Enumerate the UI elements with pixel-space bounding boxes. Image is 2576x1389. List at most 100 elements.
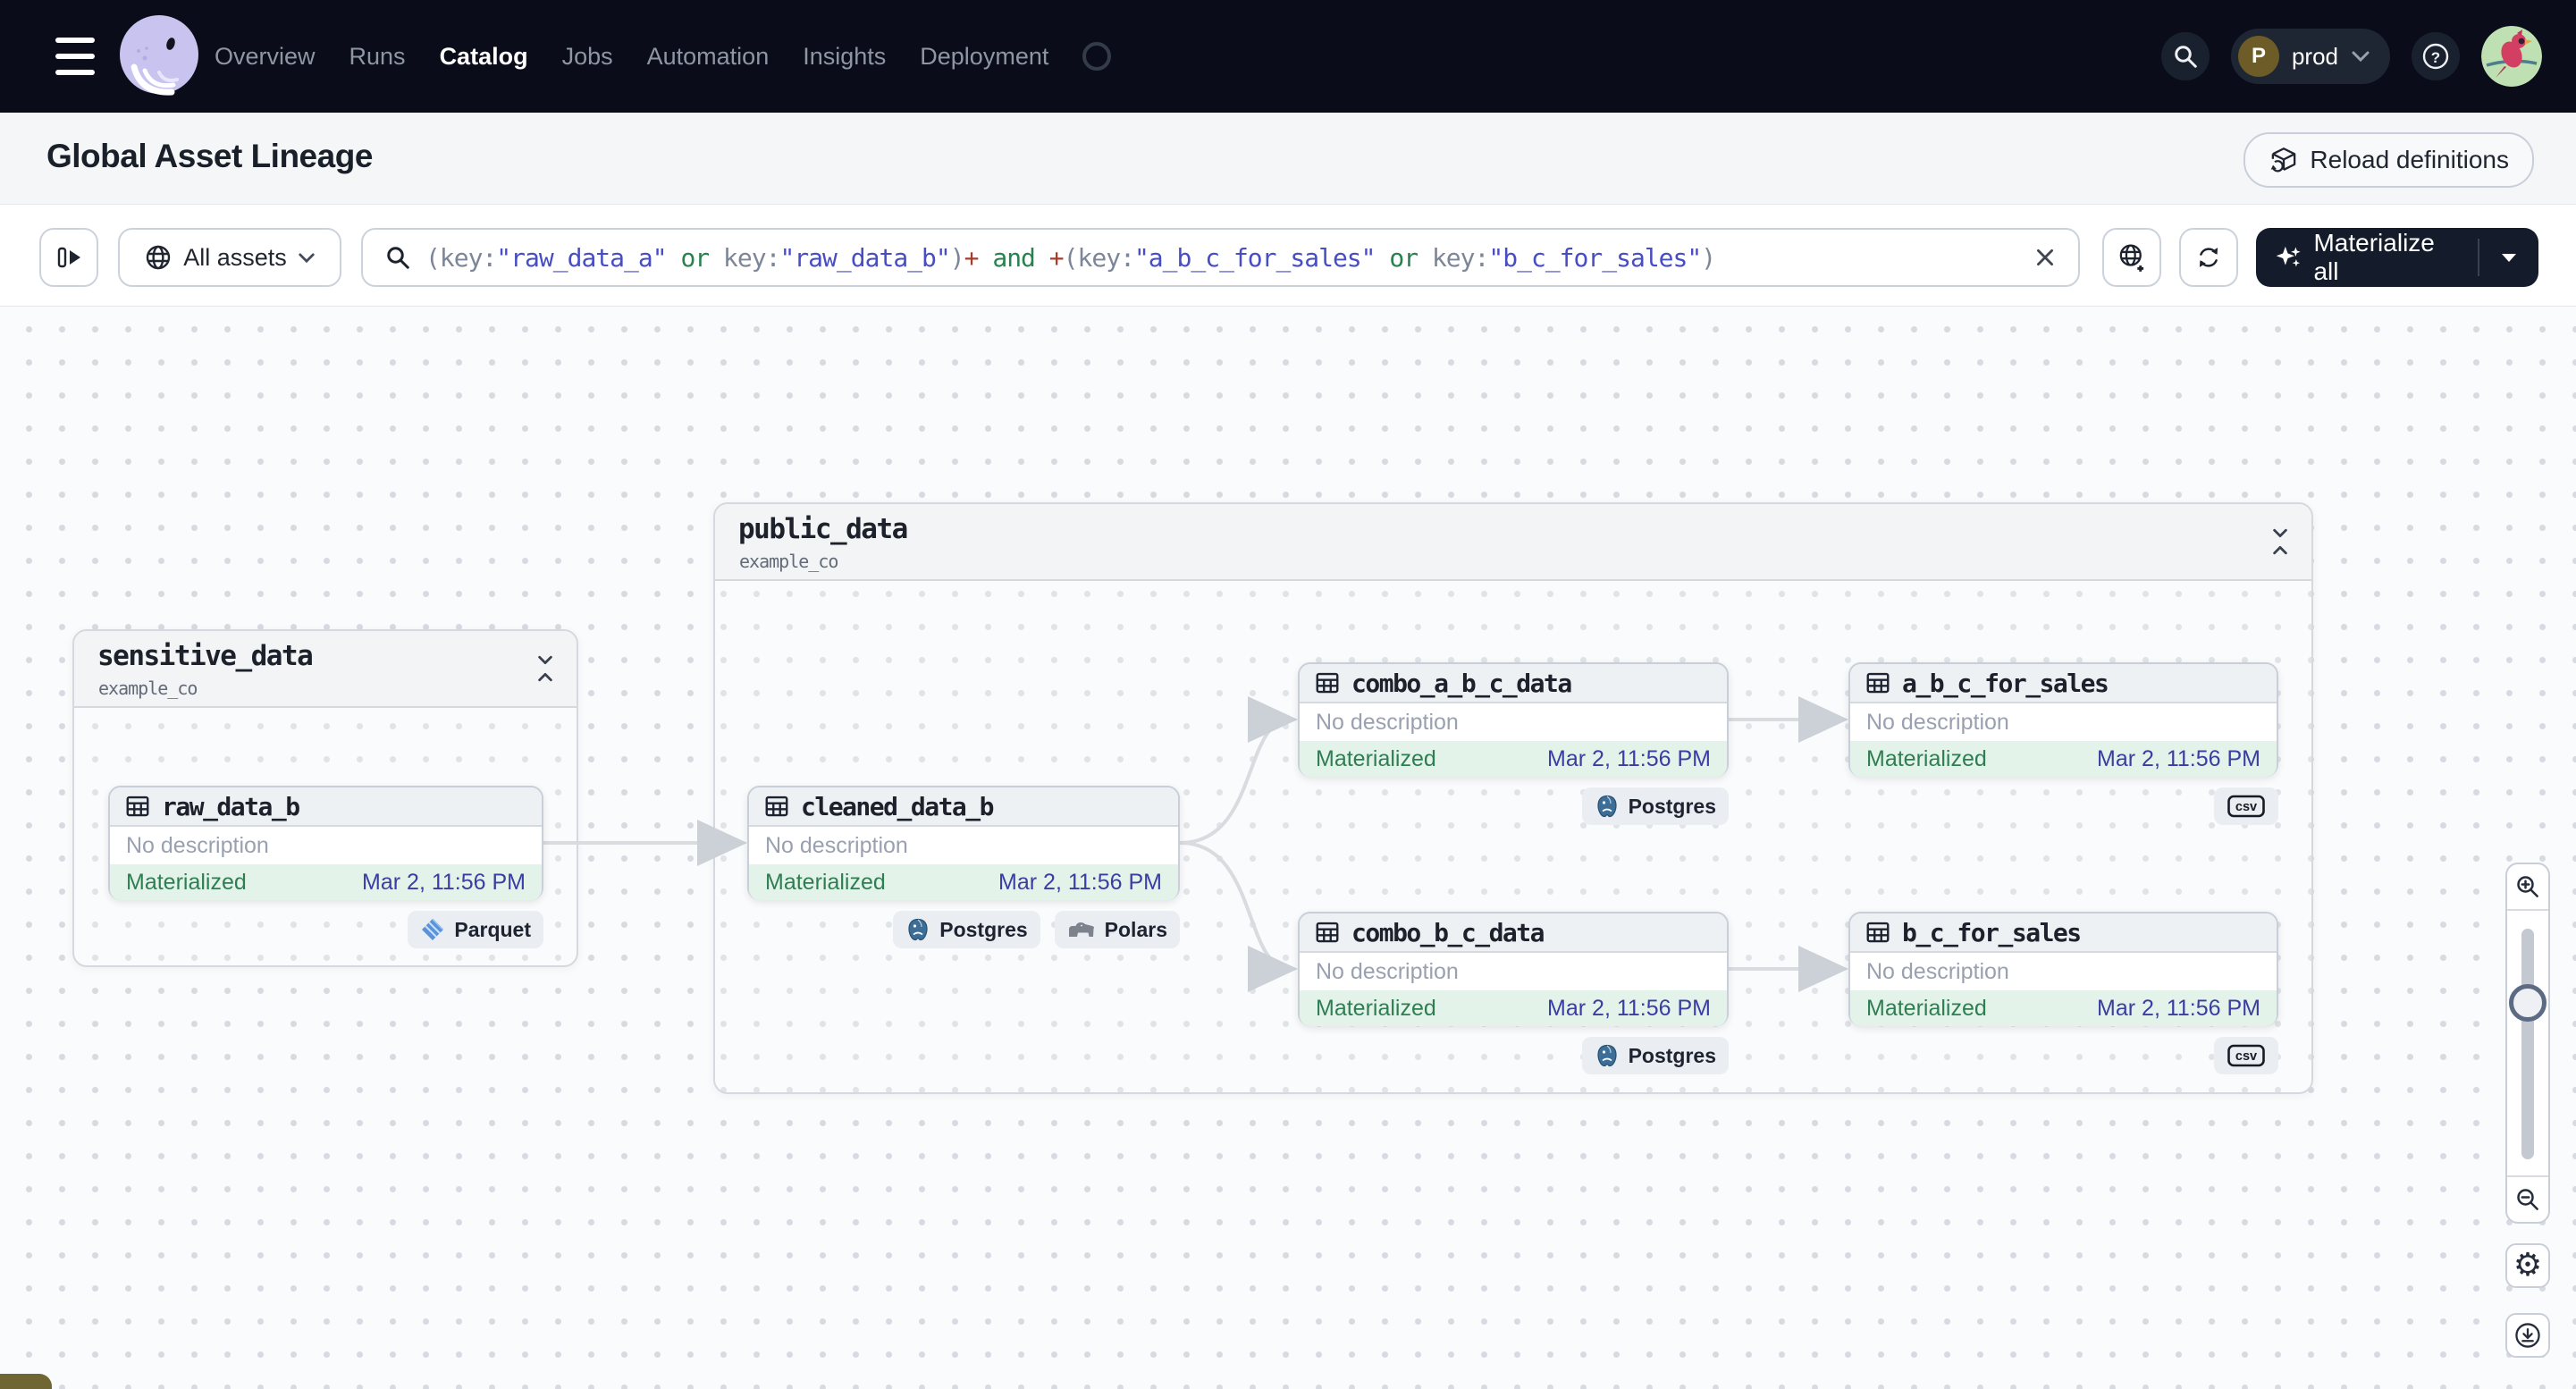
asset-scope-dropdown[interactable]: All assets	[118, 228, 341, 287]
collapse-group-icon[interactable]	[534, 654, 557, 683]
asset-timestamp[interactable]: Mar 2, 11:56 PM	[2097, 996, 2260, 1022]
materialize-all-main[interactable]: Materialize all	[2256, 229, 2478, 286]
asset-node-b_c_for_sales[interactable]: b_c_for_sales No description Materialize…	[1848, 912, 2278, 1026]
asset-timestamp[interactable]: Mar 2, 11:56 PM	[1547, 996, 1711, 1022]
deployment-avatar: P	[2237, 36, 2279, 77]
asset-tag-postgres[interactable]: Postgres	[893, 911, 1040, 948]
materialize-options-button[interactable]	[2478, 239, 2538, 276]
nav-item-runs[interactable]: Runs	[349, 43, 406, 71]
tag-label: Postgres	[939, 917, 1028, 941]
open-sidebar-button[interactable]	[39, 228, 98, 287]
asset-node-header: combo_b_c_data	[1300, 913, 1727, 953]
group-name: public_data	[738, 513, 908, 545]
nav-item-deployment[interactable]: Deployment	[920, 43, 1048, 71]
table-icon	[765, 796, 788, 817]
materialize-all-button[interactable]: Materialize all	[2256, 228, 2538, 287]
asset-tag-row: csv	[1848, 787, 2278, 825]
asset-search-input[interactable]: (key:"raw_data_a" or key:"raw_data_b")+ …	[361, 228, 2080, 287]
lineage-canvas[interactable]: sensitive_data example_co public_data ex…	[0, 306, 2576, 1389]
materialize-all-label: Materialize all	[2313, 229, 2435, 285]
asset-timestamp[interactable]: Mar 2, 11:56 PM	[998, 870, 1162, 896]
nav-item-catalog[interactable]: Catalog	[440, 43, 528, 71]
asset-tag-csv[interactable]: csv	[2214, 787, 2278, 825]
search-button[interactable]	[2160, 32, 2210, 80]
nav-item-jobs[interactable]: Jobs	[562, 43, 613, 71]
clear-search-icon[interactable]	[2033, 246, 2057, 269]
asset-timestamp[interactable]: Mar 2, 11:56 PM	[362, 870, 526, 896]
dagster-logo-icon[interactable]	[114, 12, 204, 101]
page-title: Global Asset Lineage	[46, 138, 373, 174]
asset-status-label: Materialized	[1316, 745, 1436, 771]
globe-plus-icon	[2119, 244, 2144, 272]
query-token: "b_c_for_sales"	[1488, 242, 1702, 273]
asset-tag-polars[interactable]: Polars	[1054, 911, 1180, 948]
asset-tag-postgres[interactable]: Postgres	[1581, 787, 1729, 825]
refresh-button[interactable]	[2179, 228, 2238, 287]
nav-right-cluster: P prod ?	[2160, 0, 2542, 113]
asset-tag-parquet[interactable]: Parquet	[408, 911, 543, 948]
zoom-in-icon	[2517, 876, 2538, 897]
zoom-control-panel	[2505, 863, 2550, 1224]
hidden-corner-widget[interactable]	[0, 1374, 52, 1389]
asset-node-header: cleaned_data_b	[749, 787, 1178, 827]
svg-text:csv: csv	[2235, 1049, 2257, 1064]
caret-down-icon	[2502, 254, 2516, 262]
help-icon: ?	[2422, 43, 2449, 70]
collapse-group-button[interactable]	[2269, 527, 2292, 560]
asset-status-label: Materialized	[1866, 995, 1987, 1021]
group-code-location: example_co	[98, 678, 198, 699]
globe-icon	[147, 245, 171, 270]
reload-definitions-button[interactable]: Reload definitions	[2243, 132, 2534, 188]
asset-status-label: Materialized	[1866, 745, 1987, 771]
table-icon	[1316, 672, 1339, 694]
collapse-group-button[interactable]	[534, 654, 557, 687]
zoom-slider-thumb[interactable]	[2509, 984, 2547, 1022]
graph-settings-button[interactable]: ⚙	[2505, 1243, 2550, 1288]
help-button[interactable]: ?	[2412, 32, 2460, 80]
add-scope-button[interactable]	[2102, 228, 2161, 287]
deployment-switcher[interactable]: P prod	[2230, 29, 2390, 84]
query-token: )	[949, 242, 965, 273]
download-icon	[2515, 1323, 2540, 1348]
download-image-button[interactable]	[2505, 1313, 2550, 1358]
hamburger-menu-icon[interactable]	[55, 38, 95, 75]
asset-node-raw_data_b[interactable]: raw_data_b No description Materialized M…	[108, 786, 543, 900]
query-token: key:	[1431, 242, 1489, 273]
code-location-spinner-icon	[1082, 42, 1112, 71]
csv-icon: csv	[2227, 1044, 2265, 1067]
asset-node-a_b_c_for_sales[interactable]: a_b_c_for_sales No description Materiali…	[1848, 662, 2278, 777]
nav-item-overview[interactable]: Overview	[215, 43, 316, 71]
reload-definitions-icon	[2271, 147, 2296, 173]
zoom-slider-track[interactable]	[2521, 929, 2534, 1159]
nav-item-automation[interactable]: Automation	[647, 43, 770, 71]
search-icon	[2175, 46, 2197, 68]
user-avatar[interactable]	[2481, 26, 2542, 87]
lineage-toolbar: All assets (key:"raw_data_a" or key:"raw…	[0, 205, 2576, 307]
open-panel-icon	[57, 247, 80, 268]
top-nav: Overview Runs Catalog Jobs Automation Insight…	[0, 0, 2576, 113]
asset-description: No description	[1300, 953, 1727, 990]
zoom-in-button[interactable]	[2507, 864, 2548, 911]
asset-name: combo_a_b_c_data	[1351, 668, 1572, 698]
table-icon	[1866, 922, 1890, 943]
nav-item-insights[interactable]: Insights	[803, 43, 886, 71]
query-token: "raw_data_b"	[779, 242, 950, 273]
asset-node-combo_b_c_data[interactable]: combo_b_c_data No description Materializ…	[1298, 912, 1729, 1026]
sparkles-icon	[2276, 246, 2301, 267]
asset-node-cleaned_data_b[interactable]: cleaned_data_b No description Materializ…	[747, 786, 1180, 900]
asset-tag-postgres[interactable]: Postgres	[1581, 1037, 1729, 1074]
asset-tag-row: Postgres	[1298, 787, 1729, 825]
asset-tag-csv[interactable]: csv	[2214, 1037, 2278, 1074]
asset-node-combo_a_b_c_data[interactable]: combo_a_b_c_data No description Material…	[1298, 662, 1729, 777]
postgres-icon	[1596, 1044, 1617, 1067]
asset-timestamp[interactable]: Mar 2, 11:56 PM	[2097, 746, 2260, 772]
asset-name: b_c_for_sales	[1902, 917, 2082, 947]
zoom-out-button[interactable]	[2507, 1175, 2548, 1222]
asset-status-row: Materialized Mar 2, 11:56 PM	[749, 864, 1178, 900]
chevron-down-icon	[2352, 51, 2370, 63]
asset-timestamp[interactable]: Mar 2, 11:56 PM	[1547, 746, 1711, 772]
tag-label: Postgres	[1628, 794, 1716, 818]
query-token: +	[1048, 242, 1065, 273]
query-token: "raw_data_a"	[496, 242, 667, 273]
collapse-group-icon[interactable]	[2269, 527, 2292, 556]
